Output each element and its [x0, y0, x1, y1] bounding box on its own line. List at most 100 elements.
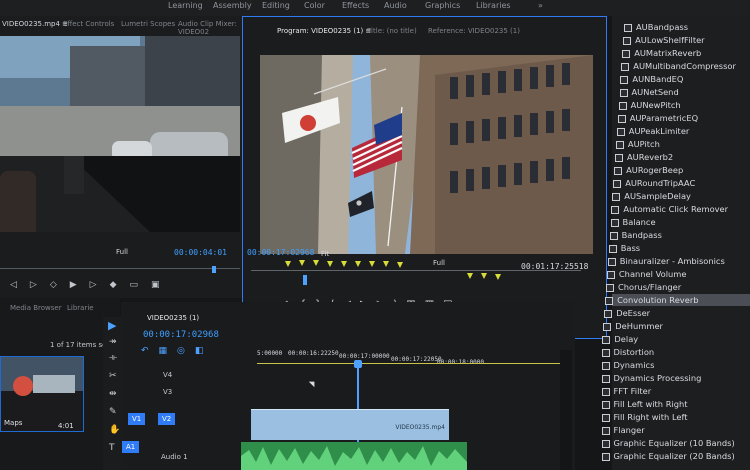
source-playhead[interactable]: [212, 266, 216, 273]
timeline-tab[interactable]: VIDEO0235 (1): [147, 314, 199, 322]
track-a1[interactable]: A1: [122, 441, 140, 453]
selection-tool-icon[interactable]: ▶: [108, 319, 116, 332]
marker-icon[interactable]: [341, 261, 347, 267]
track-v4[interactable]: V4: [163, 371, 172, 379]
effect-item[interactable]: FFT Filter: [601, 385, 750, 397]
track-v2[interactable]: V2: [158, 413, 176, 425]
marker-icon[interactable]: [467, 273, 473, 279]
effect-item[interactable]: Distortion: [601, 346, 750, 358]
marker-icon[interactable]: [397, 262, 403, 268]
workspace-color[interactable]: Color: [304, 1, 325, 10]
audio-effect-icon: [611, 206, 620, 214]
program-playhead[interactable]: [303, 275, 307, 285]
effect-item[interactable]: AUPeakLimiter: [612, 125, 750, 137]
tab-audio-clip-mixer[interactable]: Audio Clip Mixer: VIDEO02: [178, 20, 242, 36]
effect-item[interactable]: AURogerBeep: [612, 164, 750, 176]
effect-item[interactable]: AULowShelfFilter: [612, 34, 750, 46]
marker-icon[interactable]: [313, 260, 319, 266]
effect-item[interactable]: Graphic Equalizer (20 Bands): [601, 450, 750, 462]
program-scrub-bar[interactable]: [251, 270, 581, 271]
marker-icon[interactable]: [327, 261, 333, 267]
program-fit-dropdown[interactable]: Fit: [321, 250, 329, 258]
source-scrub-bar[interactable]: [0, 268, 240, 269]
source-transport-controls[interactable]: ◁▷◇▶▷◆▭▣: [10, 280, 220, 290]
ripple-edit-tool-icon[interactable]: ⟛: [109, 353, 117, 363]
effect-item[interactable]: Graphic Equalizer (10 Bands): [601, 437, 750, 449]
effect-item[interactable]: Binauralizer - Ambisonics: [607, 255, 750, 267]
track-v1[interactable]: V1: [128, 413, 146, 425]
workspace-assembly[interactable]: Assembly: [213, 1, 252, 10]
effect-item[interactable]: Fill Left with Right: [601, 398, 750, 410]
marker-icon[interactable]: [495, 274, 501, 280]
effect-item[interactable]: Dynamics Processing: [601, 372, 750, 384]
timeline-ruler[interactable]: 5:00000 00:00:16:22250 00:00:17:00000 00…: [257, 346, 557, 366]
effect-label: Graphic Equalizer (20 Bands): [613, 451, 735, 461]
effect-item[interactable]: AUMatrixReverb: [612, 47, 750, 59]
effect-item[interactable]: AUReverb2: [612, 151, 750, 163]
source-timecode[interactable]: 00:00:04:01: [174, 248, 227, 257]
tab-media-browser[interactable]: Media Browser: [10, 304, 62, 312]
timeline-timecode[interactable]: 00:00:17:02968: [143, 330, 219, 340]
slip-tool-icon[interactable]: ⇹: [109, 389, 117, 399]
tab-program[interactable]: Program: VIDEO0235 (1) ≡: [277, 27, 371, 35]
program-timecode[interactable]: 00:00:17:02968: [247, 248, 314, 257]
marker-icon[interactable]: [355, 261, 361, 267]
tab-reference[interactable]: Reference: VIDEO0235 (1): [428, 27, 520, 35]
video-clip[interactable]: VIDEO0235.mp4: [251, 409, 449, 440]
effect-item[interactable]: Channel Volume: [606, 268, 750, 280]
tab-title[interactable]: Title: (no title): [367, 27, 417, 35]
effect-item[interactable]: AUBandpass: [612, 21, 750, 33]
playhead-handle[interactable]: [354, 360, 362, 368]
marker-icon[interactable]: [369, 261, 375, 267]
workspace-learning[interactable]: Learning: [168, 1, 203, 10]
audio-effect-icon: [601, 440, 610, 448]
track-select-tool-icon[interactable]: ↠: [109, 337, 117, 347]
marker-icon[interactable]: [299, 260, 305, 266]
effect-item[interactable]: AUSampleDelay: [612, 190, 750, 202]
effect-item[interactable]: Bandpass: [609, 229, 750, 241]
hand-tool-icon[interactable]: ✋: [109, 425, 120, 435]
pen-tool-icon[interactable]: ✎: [109, 407, 117, 417]
workspace-graphics[interactable]: Graphics: [425, 1, 460, 10]
track-v3[interactable]: V3: [163, 388, 172, 396]
timeline-toolbar-icons[interactable]: ↶▦◎◧: [141, 346, 231, 356]
effect-item[interactable]: Bass: [608, 242, 750, 254]
workspace-editing[interactable]: Editing: [262, 1, 290, 10]
effect-item[interactable]: Convolution Reverb: [605, 294, 750, 306]
marker-icon[interactable]: [383, 261, 389, 267]
effect-item[interactable]: Balance: [610, 216, 750, 228]
workspace-effects[interactable]: Effects: [342, 1, 369, 10]
razor-tool-icon[interactable]: ✂: [109, 371, 117, 381]
tab-lumetri-scopes[interactable]: Lumetri Scopes: [121, 20, 175, 28]
audio-meter: [560, 350, 572, 470]
effect-item[interactable]: Dynamics: [601, 359, 750, 371]
effect-label: Graphic Equalizer (10 Bands): [613, 438, 735, 448]
effect-item[interactable]: AUParametricEQ: [612, 112, 750, 124]
workspace-audio[interactable]: Audio: [384, 1, 407, 10]
tab-source-clip[interactable]: VIDEO0235.mp4 ≡: [2, 20, 68, 28]
marker-icon[interactable]: [481, 273, 487, 279]
effect-item[interactable]: AUNBandEQ: [612, 73, 750, 85]
effect-item[interactable]: DeEsser: [604, 307, 750, 319]
effect-item[interactable]: Flanger: [601, 424, 750, 436]
workspace-overflow-icon[interactable]: »: [538, 1, 543, 10]
timeline-work-area-bar[interactable]: [257, 363, 567, 364]
effect-item[interactable]: AUMultibandCompressor: [612, 60, 750, 72]
workspace-libraries[interactable]: Libraries: [476, 1, 511, 10]
tab-effect-controls[interactable]: Effect Controls: [63, 20, 114, 28]
effect-item[interactable]: Fill Right with Left: [601, 411, 750, 423]
effect-item[interactable]: Chorus/Flanger: [606, 281, 750, 293]
effect-item[interactable]: AURoundTripAAC: [612, 177, 750, 189]
tab-libraries[interactable]: Librarie: [67, 304, 94, 312]
effect-item[interactable]: AUNewPitch: [612, 99, 750, 111]
program-quality-dropdown[interactable]: Full: [433, 259, 445, 267]
effect-item[interactable]: Automatic Click Remover: [611, 203, 750, 215]
effect-item[interactable]: AUNetSend: [612, 86, 750, 98]
effect-item[interactable]: AUPitch: [612, 138, 750, 150]
marker-icon[interactable]: [285, 261, 291, 267]
type-tool-icon[interactable]: T: [109, 443, 115, 453]
effect-item[interactable]: Delay: [602, 333, 750, 345]
source-fit-dropdown[interactable]: Full: [116, 248, 128, 256]
effect-item[interactable]: DeHummer: [603, 320, 750, 332]
audio-clip[interactable]: [241, 442, 467, 470]
